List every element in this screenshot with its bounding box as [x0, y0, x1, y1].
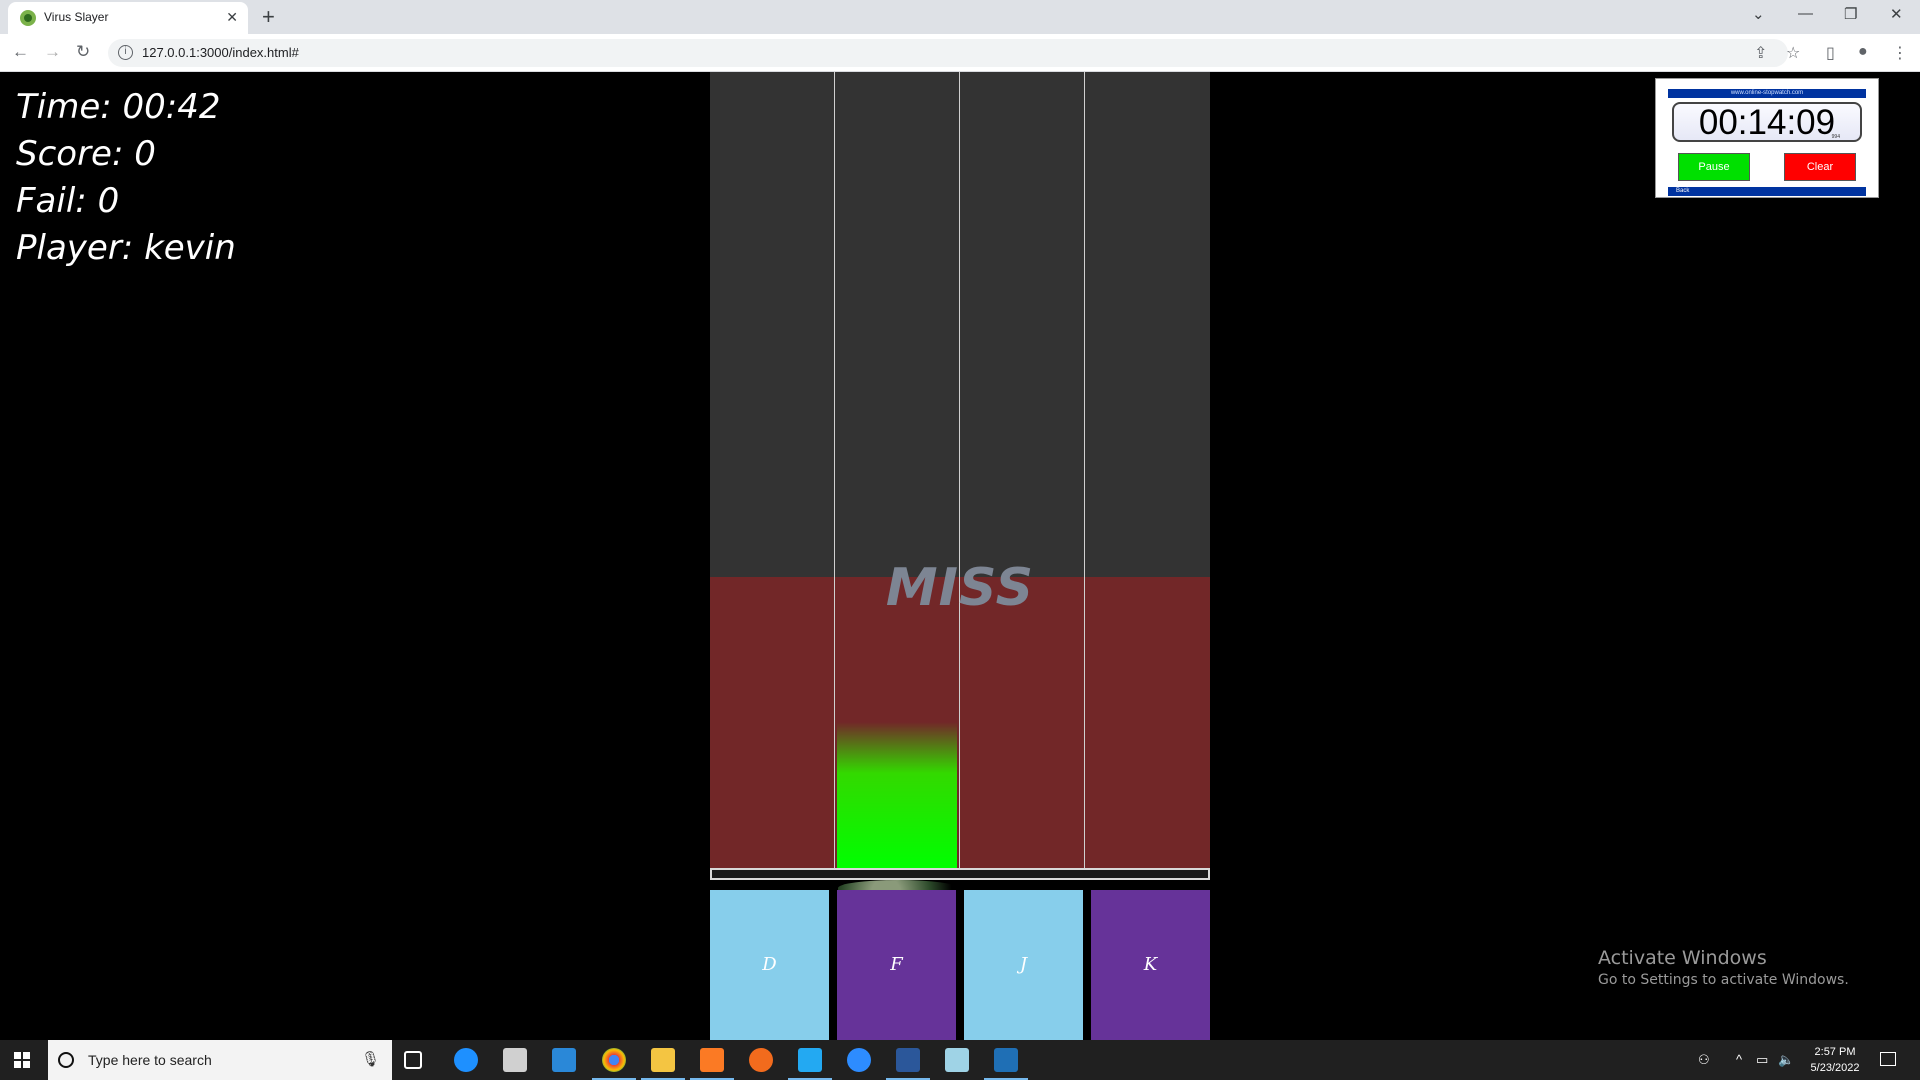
- windows-taskbar: Type here to search 🎙 ⚇ ^ ▭ 🔈 2:57 PM 5/…: [0, 1040, 1920, 1080]
- people-icon[interactable]: ⚇: [1698, 1052, 1710, 1068]
- show-hidden-icons-icon[interactable]: ^: [1736, 1052, 1742, 1067]
- notepad-icon[interactable]: [945, 1048, 969, 1072]
- bookmark-star-icon[interactable]: ☆: [1786, 43, 1800, 63]
- stopwatch-time: 00:14:09: [1698, 103, 1836, 142]
- score-value: 0: [134, 134, 156, 174]
- pause-button[interactable]: Pause: [1678, 153, 1750, 181]
- falling-note: [837, 722, 957, 868]
- word-icon[interactable]: [886, 1048, 930, 1080]
- new-tab-button[interactable]: +: [262, 4, 275, 30]
- side-panel-icon[interactable]: ▯: [1826, 43, 1835, 63]
- close-tab-icon[interactable]: ✕: [226, 9, 238, 26]
- judgement-text: MISS: [885, 558, 1035, 618]
- site-info-icon[interactable]: i: [118, 45, 133, 60]
- tab-virus-slayer[interactable]: Virus Slayer ✕: [8, 2, 248, 34]
- score-stat: Score: 0: [16, 134, 156, 174]
- vscode-icon[interactable]: [788, 1048, 832, 1080]
- fail-stat: Fail: 0: [16, 181, 120, 221]
- taskbar-clock[interactable]: 2:57 PM 5/23/2022: [1804, 1044, 1866, 1076]
- lane-divider: [959, 72, 960, 868]
- postman-icon[interactable]: [749, 1048, 773, 1072]
- restore-icon[interactable]: ❐: [1844, 5, 1857, 23]
- microphone-icon[interactable]: 🎙: [361, 1050, 380, 1068]
- volume-icon[interactable]: 🔈: [1778, 1052, 1794, 1068]
- player-stat: Player: kevin: [16, 228, 236, 268]
- tab-search-icon[interactable]: ⌄: [1752, 5, 1765, 23]
- search-placeholder[interactable]: Type here to search: [88, 1052, 212, 1068]
- address-bar[interactable]: i 127.0.0.1:3000/index.html#: [108, 39, 1788, 67]
- back-link[interactable]: Back: [1676, 187, 1689, 196]
- file-explorer-icon[interactable]: [641, 1048, 685, 1080]
- mail-icon[interactable]: [552, 1048, 576, 1072]
- activate-title: Activate Windows: [1598, 947, 1767, 969]
- reload-icon[interactable]: ↻: [76, 42, 90, 62]
- activate-subtitle: Go to Settings to activate Windows.: [1598, 972, 1849, 988]
- back-arrow-icon[interactable]: ←: [12, 42, 29, 62]
- menu-kebab-icon[interactable]: ⋮: [1892, 43, 1908, 63]
- stopwatch-ms: 994: [1831, 134, 1840, 140]
- network-icon[interactable]: ▭: [1756, 1052, 1768, 1068]
- virus-favicon-icon: [20, 10, 36, 26]
- clock-date: 5/23/2022: [1810, 1062, 1860, 1074]
- profile-icon[interactable]: ●: [1858, 43, 1868, 61]
- lane-area: [710, 72, 1210, 577]
- notification-icon[interactable]: [1880, 1052, 1896, 1066]
- url-text[interactable]: 127.0.0.1:3000/index.html#: [142, 45, 299, 60]
- xampp-icon[interactable]: [690, 1048, 734, 1080]
- stopwatch-display: 00:14:09 994: [1672, 102, 1862, 142]
- rhythm-board: MISS D F J K: [710, 72, 1210, 1040]
- game-stats: Time: 00:42 Score: 0 Fail: 0 Player: kev…: [16, 84, 236, 272]
- hit-zone: [710, 577, 1210, 868]
- browser-toolbar: ← → ↻ i 127.0.0.1:3000/index.html# ⇪ ☆ ▯…: [0, 34, 1920, 72]
- lane-divider: [1084, 72, 1085, 868]
- judgement-line: [710, 868, 1210, 880]
- store-icon[interactable]: [503, 1048, 527, 1072]
- forward-arrow-icon[interactable]: →: [44, 42, 61, 62]
- task-view-icon[interactable]: [404, 1051, 422, 1069]
- windows-start-icon[interactable]: [14, 1052, 30, 1068]
- edge-icon[interactable]: [454, 1048, 478, 1072]
- game-page: Time: 00:42 Score: 0 Fail: 0 Player: kev…: [0, 72, 1920, 1040]
- cortana-icon: [58, 1052, 74, 1068]
- lane-divider: [834, 72, 835, 868]
- minimize-icon[interactable]: —: [1798, 5, 1813, 22]
- stopwatch-site: www.online-stopwatch.com: [1730, 90, 1804, 96]
- clear-button[interactable]: Clear: [1784, 153, 1856, 181]
- time-value: 00:42: [122, 87, 221, 127]
- key-j[interactable]: J: [964, 890, 1083, 1040]
- browser-tab-bar: Virus Slayer ✕ + ⌄ — ❐ ✕: [0, 0, 1920, 34]
- chrome-icon[interactable]: [592, 1048, 636, 1080]
- stopwatch-footer: Back: [1668, 187, 1866, 196]
- taskbar-search[interactable]: Type here to search 🎙: [48, 1040, 392, 1080]
- activate-windows-watermark: Activate Windows Go to Settings to activ…: [1598, 947, 1849, 988]
- photos-icon[interactable]: [984, 1048, 1028, 1080]
- window-close-icon[interactable]: ✕: [1890, 5, 1903, 23]
- stopwatch-header: www.online-stopwatch.com: [1668, 89, 1866, 98]
- fail-value: 0: [97, 181, 120, 221]
- key-k[interactable]: K: [1091, 890, 1210, 1040]
- key-d[interactable]: D: [710, 890, 829, 1040]
- stopwatch-widget: www.online-stopwatch.com 00:14:09 994 Pa…: [1655, 78, 1879, 198]
- share-icon[interactable]: ⇪: [1754, 43, 1767, 63]
- tab-title: Virus Slayer: [44, 10, 109, 24]
- clock-time: 2:57 PM: [1814, 1046, 1856, 1058]
- time-stat: Time: 00:42: [16, 87, 221, 127]
- zoom-icon[interactable]: [847, 1048, 871, 1072]
- player-value: kevin: [144, 228, 236, 268]
- key-f[interactable]: F: [837, 890, 956, 1040]
